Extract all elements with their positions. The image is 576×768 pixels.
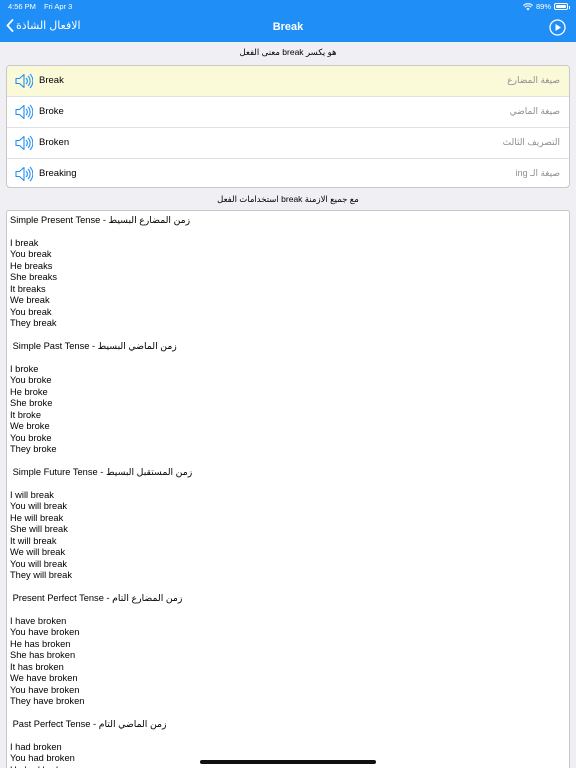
form-row-participle[interactable]: Broken التصريف الثالث [7,128,569,159]
play-circle-icon[interactable] [549,19,566,36]
form-word: Break [39,75,64,86]
form-label: صيغة الـ ing [515,168,560,178]
meaning-header: معنى الفعل break هو يكسر [239,47,337,57]
status-time: 4:56 PM [8,2,36,11]
status-date: Fri Apr 3 [43,2,73,11]
form-label: التصريف الثالث [502,137,560,147]
wifi-icon [522,2,533,10]
form-word: Broke [39,106,64,117]
tenses-text-view[interactable]: Simple Present Tense - زمن المضارع البسي… [6,210,570,768]
status-bar: 4:56 PM Fri Apr 3 89% [0,0,576,13]
form-row-past[interactable]: Broke صيغة الماضي [7,97,569,128]
navigation-bar: الافعال الشاذة Break [0,13,576,42]
form-label: صيغة المضارع [507,75,560,85]
usage-header: استخدامات الفعل break مع جميع الازمنة [217,194,359,204]
speaker-icon[interactable] [14,165,33,183]
chevron-left-icon [6,19,14,32]
speaker-icon[interactable] [14,72,33,90]
speaker-icon[interactable] [14,103,33,121]
form-label: صيغة الماضي [509,106,560,116]
page-title: Break [272,21,304,33]
battery-icon [554,3,570,10]
speaker-icon[interactable] [14,134,33,152]
battery-percent: 89% [535,2,551,11]
home-indicator[interactable] [200,760,376,764]
verb-forms-list: Break صيغة المضارع Broke صيغة الماضي Bro… [6,65,570,188]
form-row-ing[interactable]: Breaking صيغة الـ ing [7,159,569,187]
form-row-present[interactable]: Break صيغة المضارع [7,66,569,97]
back-button[interactable]: الافعال الشاذة [6,19,81,32]
back-label: الافعال الشاذة [16,20,81,32]
form-word: Broken [39,137,70,148]
tenses-content: Simple Present Tense - زمن المضارع البسي… [10,215,193,768]
form-word: Breaking [39,168,77,179]
